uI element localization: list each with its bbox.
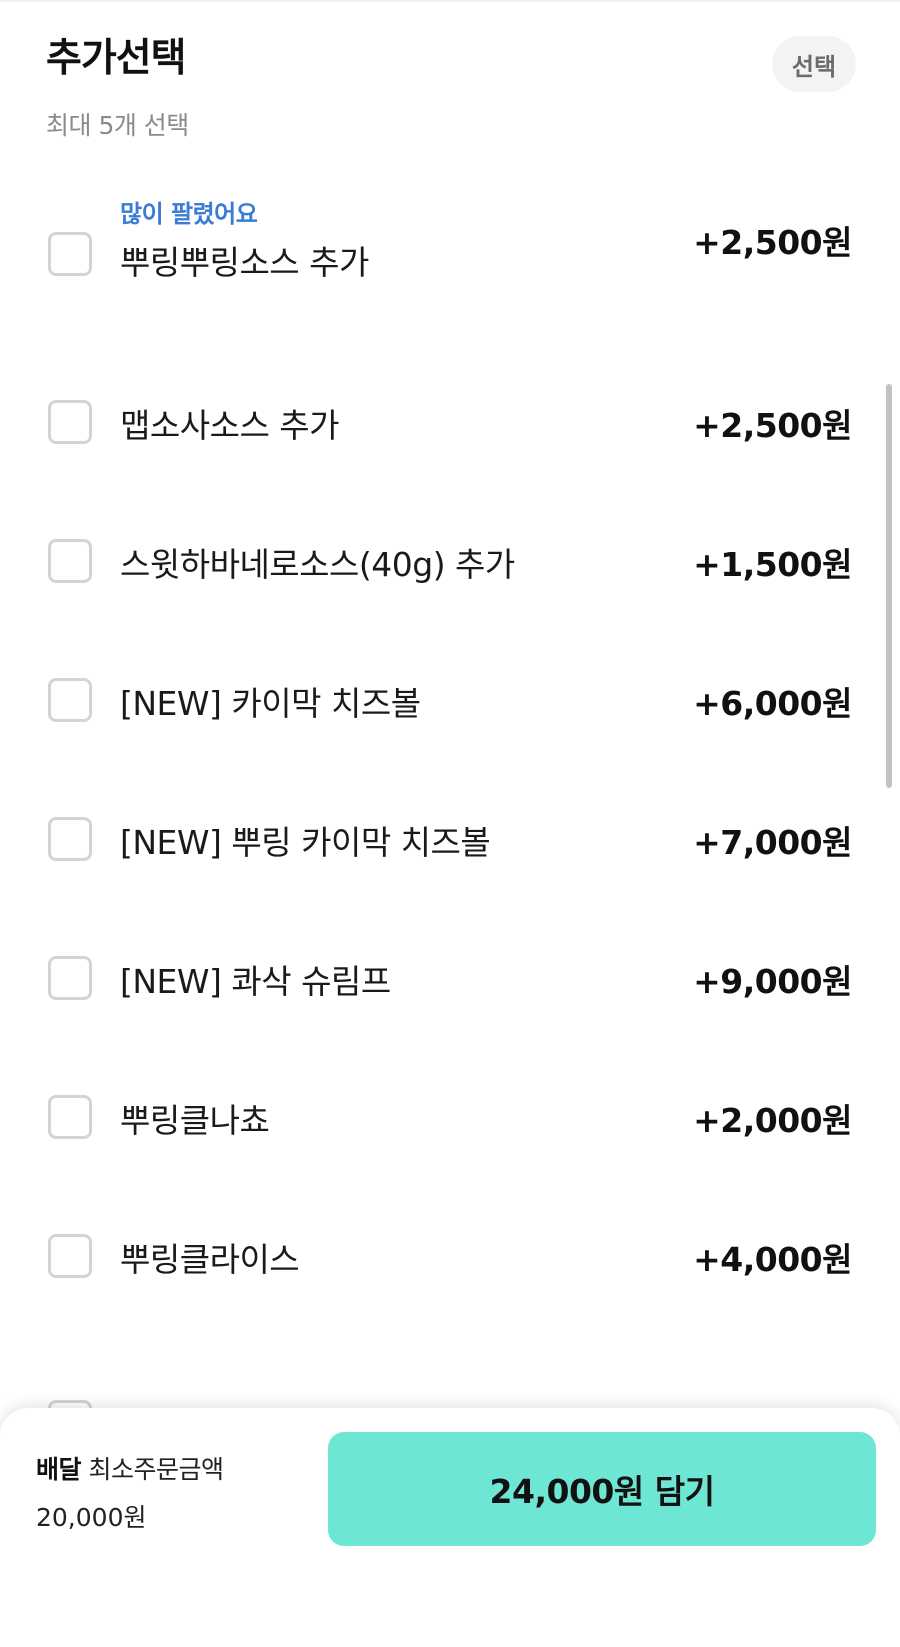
delivery-info: 배달 최소주문금액 <box>36 1450 224 1486</box>
option-label: [NEW] 카이막 치즈볼 <box>120 684 421 723</box>
option-price: +2,500원 <box>693 223 852 262</box>
option-row[interactable]: 많이 팔렸어요 뿌링뿌링소스 추가 +2,500원 <box>0 200 900 306</box>
scrollbar[interactable] <box>886 384 892 788</box>
option-row[interactable]: [NEW] 콰삭 슈림프 +9,000원 <box>0 930 900 1030</box>
option-price: +2,500원 <box>693 406 852 445</box>
top-divider <box>0 0 900 2</box>
option-label: [NEW] 콰삭 슈림프 <box>120 962 391 1001</box>
option-checkbox[interactable] <box>48 539 92 583</box>
option-label: 스윗하바네로소스(40g) 추가 <box>120 545 515 584</box>
option-checkbox[interactable] <box>48 678 92 722</box>
section-title: 추가선택 <box>46 36 187 81</box>
option-price: +6,000원 <box>693 684 852 723</box>
min-order-amount: 20,000원 <box>36 1503 147 1532</box>
option-price: +2,000원 <box>693 1101 852 1140</box>
option-checkbox[interactable] <box>48 817 92 861</box>
option-row[interactable]: [NEW] 뿌링 카이막 치즈볼 +7,000원 <box>0 791 900 891</box>
delivery-type: 배달 <box>36 1455 82 1484</box>
option-label: [NEW] 뿌링 카이막 치즈볼 <box>120 823 491 862</box>
selection-status-badge: 선택 <box>772 36 856 92</box>
option-row[interactable]: 맵소사소스 추가 +2,500원 <box>0 374 900 474</box>
option-row[interactable]: 스윗하바네로소스(40g) 추가 +1,500원 <box>0 513 900 613</box>
option-price: +1,500원 <box>693 545 852 584</box>
order-footer: 배달 최소주문금액 20,000원 24,000원 담기 <box>0 1408 900 1647</box>
option-row[interactable]: 뿌링클나쵸 +2,000원 <box>0 1069 900 1169</box>
option-price: +7,000원 <box>693 823 852 862</box>
option-label: 뿌링뿌링소스 추가 <box>120 243 369 282</box>
option-checkbox[interactable] <box>48 1095 92 1139</box>
option-checkbox[interactable] <box>48 1234 92 1278</box>
section-subtitle: 최대 5개 선택 <box>46 111 189 140</box>
option-checkbox[interactable] <box>48 232 92 276</box>
option-price: +4,000원 <box>693 1240 852 1279</box>
option-row[interactable]: [NEW] 카이막 치즈볼 +6,000원 <box>0 652 900 752</box>
min-order-label: 최소주문금액 <box>88 1455 224 1484</box>
add-to-cart-button[interactable]: 24,000원 담기 <box>328 1432 876 1546</box>
option-row[interactable]: 뿌링클라이스 +4,000원 <box>0 1208 900 1308</box>
option-label: 맵소사소스 추가 <box>120 406 340 445</box>
option-price: +9,000원 <box>693 962 852 1001</box>
popular-badge: 많이 팔렸어요 <box>120 200 258 228</box>
option-label: 뿌링클라이스 <box>120 1240 300 1279</box>
option-checkbox[interactable] <box>48 400 92 444</box>
option-label: 뿌링클나쵸 <box>120 1101 270 1140</box>
option-checkbox[interactable] <box>48 956 92 1000</box>
